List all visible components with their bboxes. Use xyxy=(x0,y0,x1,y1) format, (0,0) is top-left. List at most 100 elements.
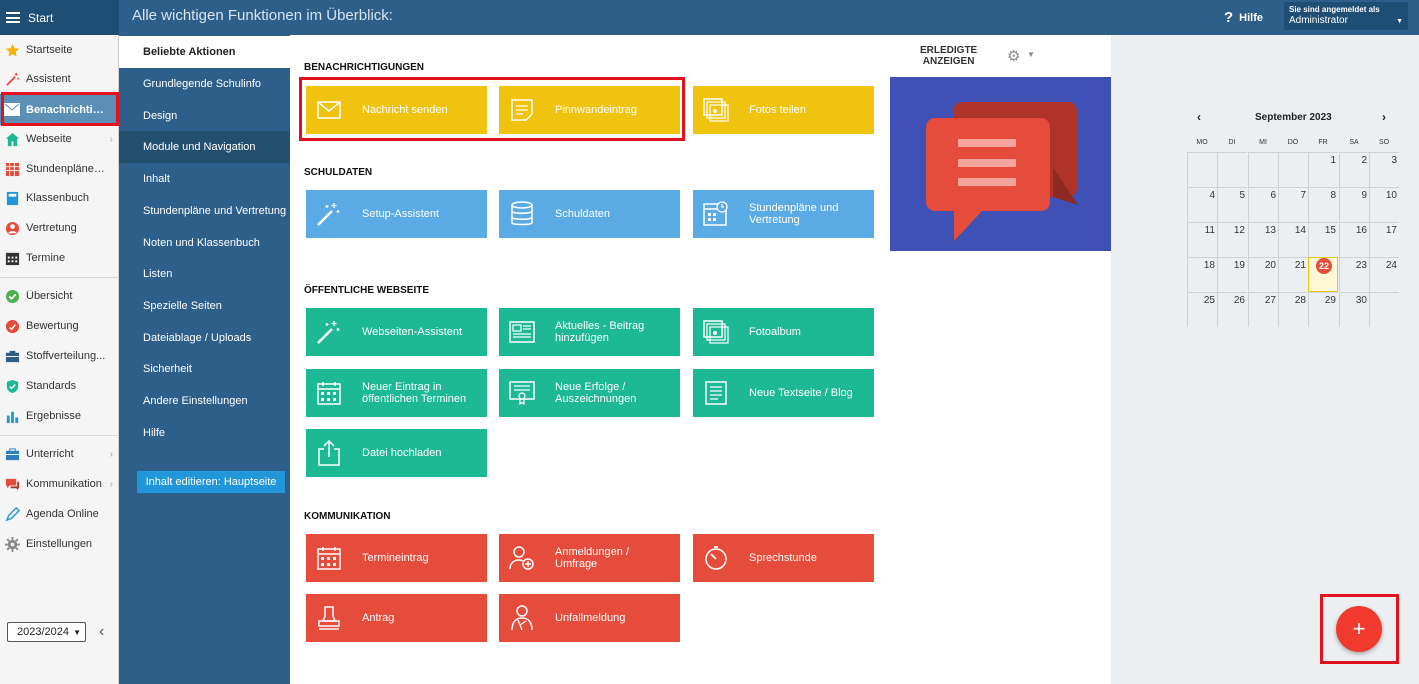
tile-fotoalbum[interactable]: Fotoalbum xyxy=(693,308,874,356)
notifications-header: ERLEDIGTE ANZEIGEN ⚙ ▼ xyxy=(890,35,1111,77)
tile-antrag[interactable]: Antrag xyxy=(306,594,487,642)
tile-setup-assistent[interactable]: Setup-Assistent xyxy=(306,190,487,238)
calendar-day[interactable]: 10 xyxy=(1369,187,1399,222)
start-menu-button[interactable]: Start xyxy=(0,0,119,35)
calendar-day[interactable]: 23 xyxy=(1339,257,1369,292)
calendar-day[interactable]: 30 xyxy=(1339,292,1369,327)
tile-neue-textseite[interactable]: Neue Textseite / Blog xyxy=(693,369,874,417)
sidebar-item-startseite[interactable]: Startseite xyxy=(0,37,119,63)
overview-overlay: Alle wichtigen Funktionen im Überblick: … xyxy=(119,0,890,684)
tile-datei-hochladen[interactable]: Datei hochladen xyxy=(306,429,487,477)
calendar-day[interactable]: 27 xyxy=(1248,292,1278,327)
calendar-day[interactable]: 20 xyxy=(1248,257,1278,292)
sidebar-item-termine[interactable]: Termine xyxy=(0,245,119,271)
tile-webseiten-assistent[interactable]: Webseiten-Assistent xyxy=(306,308,487,356)
calendar-day[interactable]: 26 xyxy=(1217,292,1247,327)
today-badge: 22 xyxy=(1316,258,1332,274)
menu-item-module-navigation[interactable]: Module und Navigation xyxy=(119,131,290,163)
sidebar-item-klassenbuch[interactable]: Klassenbuch xyxy=(0,185,119,211)
menu-item-grundlegende-schulinfo[interactable]: Grundlegende Schulinfo xyxy=(119,68,290,100)
calendar-day[interactable]: 6 xyxy=(1248,187,1278,222)
tile-sprechstunde[interactable]: Sprechstunde xyxy=(693,534,874,582)
sidebar-item-unterricht[interactable]: Unterricht › xyxy=(0,441,119,467)
calendar-day[interactable]: 19 xyxy=(1217,257,1247,292)
sidebar-item-agenda-online[interactable]: Agenda Online xyxy=(0,501,119,527)
calendar-day[interactable] xyxy=(1217,152,1247,187)
tile-schuldaten[interactable]: Schuldaten xyxy=(499,190,680,238)
tile-neue-erfolge[interactable]: Neue Erfolge / Auszeichnungen xyxy=(499,369,680,417)
calendar-day[interactable]: 24 xyxy=(1369,257,1399,292)
calendar-icon xyxy=(316,545,342,571)
tile-stundenplaene-vertretung[interactable]: Stundenpläne und Vertretung xyxy=(693,190,874,238)
calendar-day[interactable]: 22 xyxy=(1308,257,1338,292)
calendar-day[interactable]: 2 xyxy=(1339,152,1369,187)
calendar-day[interactable] xyxy=(1369,292,1399,327)
menu-item-noten-klassenbuch[interactable]: Noten und Klassenbuch xyxy=(119,227,290,259)
sidebar-item-label: Klassenbuch xyxy=(26,192,89,204)
calendar-day[interactable]: 4 xyxy=(1187,187,1217,222)
add-button[interactable]: + xyxy=(1336,606,1382,652)
calendar-next-icon[interactable]: › xyxy=(1382,110,1386,124)
calendar-day[interactable] xyxy=(1278,152,1308,187)
calendar-day[interactable]: 3 xyxy=(1369,152,1399,187)
school-year-select[interactable]: 2023/2024 ▼ xyxy=(7,622,86,642)
calendar-prev-icon[interactable]: ‹ xyxy=(1197,110,1201,124)
wand-icon xyxy=(4,71,20,87)
menu-item-sicherheit[interactable]: Sicherheit xyxy=(119,353,290,385)
calendar-day[interactable]: 16 xyxy=(1339,222,1369,257)
sidebar-item-bewertung[interactable]: Bewertung xyxy=(0,313,119,339)
calendar-day[interactable] xyxy=(1248,152,1278,187)
sidebar-item-kommunikation[interactable]: Kommunikation › xyxy=(0,471,119,497)
menu-item-hilfe[interactable]: Hilfe xyxy=(119,417,290,449)
sidebar-item-vertretung[interactable]: Vertretung xyxy=(0,215,119,241)
menu-item-listen[interactable]: Listen xyxy=(119,258,290,290)
calendar-grid: 1 2 3 4 5 6 7 8 9 10 11 12 13 14 15 16 17 18 19 20 21 22 23 24 2… xyxy=(1187,152,1405,328)
calendar-day[interactable]: 21 xyxy=(1278,257,1308,292)
edit-content-button[interactable]: Inhalt editieren: Hauptseite xyxy=(137,471,285,493)
calendar-day[interactable]: 28 xyxy=(1278,292,1308,327)
sidebar-item-assistent[interactable]: Assistent xyxy=(0,66,119,92)
menu-item-andere-einstellungen[interactable]: Andere Einstellungen xyxy=(119,385,290,417)
show-done-button[interactable]: ERLEDIGTE ANZEIGEN xyxy=(920,45,977,67)
tile-aktuelles-beitrag[interactable]: Aktuelles - Beitrag hinzufügen xyxy=(499,308,680,356)
tile-neuer-eintrag[interactable]: Neuer Eintrag in öffentlichen Terminen xyxy=(306,369,487,417)
calendar-day[interactable]: 18 xyxy=(1187,257,1217,292)
menu-item-inhalt[interactable]: Inhalt xyxy=(119,163,290,195)
tile-termineintrag[interactable]: Termineintrag xyxy=(306,534,487,582)
calendar-day[interactable]: 5 xyxy=(1217,187,1247,222)
menu-item-dateiablage[interactable]: Dateiablage / Uploads xyxy=(119,322,290,354)
calendar-day[interactable]: 25 xyxy=(1187,292,1217,327)
sidebar-item-standards[interactable]: Standards xyxy=(0,373,119,399)
gear-icon[interactable]: ⚙ xyxy=(1007,47,1020,65)
calendar-day[interactable]: 11 xyxy=(1187,222,1217,257)
calendar-day[interactable]: 14 xyxy=(1278,222,1308,257)
sidebar-item-stundenplaene[interactable]: Stundenpläne ... xyxy=(0,156,119,182)
calendar-day[interactable]: 15 xyxy=(1308,222,1338,257)
calendar-day[interactable]: 12 xyxy=(1217,222,1247,257)
calendar-day[interactable] xyxy=(1187,152,1217,187)
sidebar-item-einstellungen[interactable]: Einstellungen xyxy=(0,531,119,557)
menu-item-beliebte-aktionen[interactable]: Beliebte Aktionen xyxy=(119,36,290,68)
show-done-line2: ANZEIGEN xyxy=(922,56,975,67)
calendar-day[interactable]: 29 xyxy=(1308,292,1338,327)
calendar-day[interactable]: 9 xyxy=(1339,187,1369,222)
calendar-day[interactable]: 8 xyxy=(1308,187,1338,222)
sidebar-item-ergebnisse[interactable]: Ergebnisse xyxy=(0,403,119,429)
calendar-day[interactable]: 17 xyxy=(1369,222,1399,257)
menu-item-design[interactable]: Design xyxy=(119,100,290,132)
menu-item-spezielle-seiten[interactable]: Spezielle Seiten xyxy=(119,290,290,322)
user-login-dropdown[interactable]: Sie sind angemeldet als Administrator ▼ xyxy=(1284,2,1408,30)
menu-item-stundenplaene-vertretung[interactable]: Stundenpläne und Vertretung xyxy=(119,195,290,227)
tile-fotos-teilen[interactable]: Fotos teilen xyxy=(693,86,874,134)
calendar-day[interactable]: 7 xyxy=(1278,187,1308,222)
sidebar-item-uebersicht[interactable]: Übersicht xyxy=(0,283,119,309)
tile-anmeldungen-umfrage[interactable]: Anmeldungen / Umfrage xyxy=(499,534,680,582)
login-caption: Sie sind angemeldet als xyxy=(1289,5,1380,14)
sidebar-item-stoffverteilung[interactable]: Stoffverteilung... xyxy=(0,343,119,369)
help-button[interactable]: ? Hilfe xyxy=(1224,9,1263,26)
collapse-sidebar-icon[interactable]: ‹ xyxy=(99,623,104,641)
calendar-day[interactable]: 1 xyxy=(1308,152,1338,187)
tile-unfallmeldung[interactable]: Unfallmeldung xyxy=(499,594,680,642)
sidebar-item-webseite[interactable]: Webseite › xyxy=(0,126,119,152)
calendar-day[interactable]: 13 xyxy=(1248,222,1278,257)
